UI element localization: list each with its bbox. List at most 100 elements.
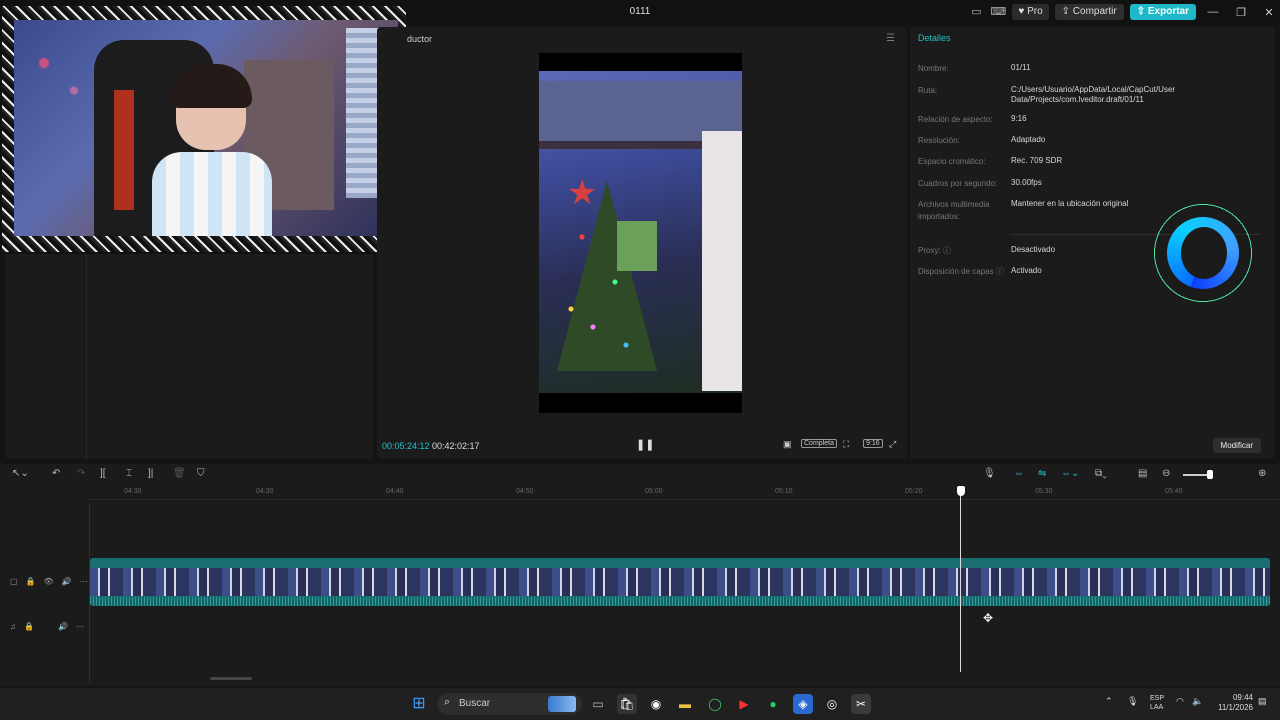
hair	[170, 64, 252, 108]
pro-label: Pro	[1027, 6, 1043, 17]
webcam-overlay	[0, 4, 408, 254]
export-button[interactable]: ⇧ Exportar	[1129, 4, 1196, 20]
timeline-toolbar: ↖⌄ ↶ ↷ ][ ⌶ ]| 🗑 ⛉ 🎙 ⇔ ⇋ ⇔⌄ ⧉⌄ ▤ ⊖ ⊕	[0, 464, 1280, 484]
maximize-icon[interactable]: ❐	[1230, 6, 1252, 19]
menu-icon[interactable]: ☰	[886, 33, 895, 44]
detail-label: Resolución:	[918, 136, 960, 145]
audio-track-icon[interactable]: ♫	[10, 622, 16, 631]
pause-icon[interactable]: ❚❚	[636, 438, 654, 451]
clock-time: 09:44	[1232, 693, 1253, 702]
logo-core	[1167, 217, 1239, 289]
ratio-button[interactable]: 9:16	[863, 439, 883, 448]
video-clip[interactable]	[90, 558, 1270, 606]
chevron-up-icon[interactable]: ⌃	[1105, 696, 1113, 707]
ruler-tick: 04:30	[256, 488, 274, 495]
zoom-in-icon[interactable]: ⊕	[1258, 468, 1266, 479]
store-icon[interactable]: 🛍	[617, 694, 637, 714]
notification-icon[interactable]: ▤	[1258, 696, 1267, 707]
youtube-icon[interactable]: ▶	[734, 694, 754, 714]
logo-hole	[1181, 227, 1227, 279]
details-title: Detalles	[918, 33, 951, 43]
language-indicator[interactable]: ESP LAA	[1150, 694, 1164, 712]
magnet-icon[interactable]: ⇋	[1038, 468, 1046, 479]
zoom-out-icon[interactable]: ⊖	[1162, 468, 1170, 479]
player-title: ductor	[407, 34, 433, 44]
microphone-tray-icon[interactable]: 🎙	[1127, 696, 1138, 707]
detail-label: Nombre:	[918, 64, 949, 73]
zoom-slider-knob[interactable]	[1207, 470, 1213, 479]
chair-stripe	[114, 90, 134, 210]
detail-label: Ruta:	[918, 86, 938, 95]
chrome-icon[interactable]: ◉	[646, 694, 666, 714]
player-panel: ductor ☰ ★ 00:05:24:12 00:42:02:17 ❚❚ ▣ …	[377, 27, 907, 459]
detail-label: Cuadros por segundo:	[918, 179, 998, 188]
volume-icon[interactable]: 🔊	[58, 622, 68, 631]
delete-icon[interactable]: 🗑	[173, 468, 186, 479]
detail-label: Disposición de capas ⓘ	[918, 267, 1004, 276]
select-tool-icon[interactable]: ↖⌄	[12, 468, 29, 479]
timeline-panel: ↖⌄ ↶ ↷ ][ ⌶ ]| 🗑 ⛉ 🎙 ⇔ ⇋ ⇔⌄ ⧉⌄ ▤ ⊖ ⊕ 04:…	[0, 464, 1280, 686]
obs-icon[interactable]: ◎	[822, 694, 842, 714]
detail-value: Adaptado	[1011, 135, 1046, 144]
detail-value: C:/Users/Usuario/AppData/Local/CapCut/Us…	[1011, 85, 1176, 104]
creeper-figure	[617, 221, 657, 271]
captions-icon[interactable]: ▤	[1138, 468, 1147, 479]
search-input[interactable]: ⌕ Buscar	[437, 693, 582, 715]
detail-value: 01/11	[1011, 63, 1031, 72]
undo-icon[interactable]: ↶	[52, 468, 60, 479]
minimize-icon[interactable]: —	[1202, 6, 1224, 18]
lock-icon[interactable]: 🔒	[24, 622, 34, 631]
link-icon[interactable]: ⇔⌄	[1061, 468, 1079, 479]
file-explorer-icon[interactable]: ▬	[675, 694, 695, 714]
ruler-tick: 05:00	[645, 488, 663, 495]
ratio-icon[interactable]: ▣	[783, 439, 792, 450]
clock[interactable]: 09:44 11/1/2026	[1208, 693, 1253, 713]
search-placeholder: Buscar	[459, 698, 491, 709]
pro-button[interactable]: ♥ Pro	[1012, 4, 1049, 20]
more-icon[interactable]: ⋯	[76, 622, 84, 631]
microphone-icon[interactable]: 🎙	[983, 468, 996, 479]
shield-icon[interactable]: ⛉	[197, 468, 205, 479]
playhead-line[interactable]	[960, 486, 961, 672]
clock-date: 11/1/2026	[1218, 703, 1253, 712]
search-highlight-icon	[548, 696, 576, 712]
modify-button[interactable]: Modificar	[1212, 438, 1261, 453]
redo-icon[interactable]: ↷	[77, 468, 85, 479]
full-quality-button[interactable]: Completa	[801, 439, 837, 448]
fit-icon[interactable]: ⛶	[843, 439, 849, 450]
panel-divider	[86, 255, 87, 459]
jersey	[152, 152, 272, 236]
horizontal-scrollbar[interactable]	[210, 677, 252, 680]
speaker-icon[interactable]: 🔈	[1192, 696, 1203, 707]
whatsapp-icon[interactable]: ◯	[705, 694, 725, 714]
share-button[interactable]: ⇪ Compartir	[1054, 4, 1124, 20]
fullscreen-icon[interactable]: ⤢	[889, 439, 896, 450]
layout-icon[interactable]: ▭	[968, 5, 984, 19]
capcut-taskbar-icon[interactable]: ✂	[851, 694, 871, 714]
spotify-icon[interactable]: ●	[763, 694, 783, 714]
video-frame: ★	[539, 71, 742, 393]
volume-icon[interactable]: 🔊	[62, 577, 72, 586]
keyboard-icon[interactable]: ⌨	[990, 5, 1006, 19]
preview-axis-icon[interactable]: ⧉⌄	[1095, 468, 1107, 479]
detail-label: Archivos multimedia importados:	[918, 200, 990, 221]
video-preview[interactable]: ★	[539, 53, 742, 413]
wifi-icon[interactable]: ◠	[1176, 696, 1184, 707]
windows-start-icon[interactable]: ⊞	[409, 694, 429, 714]
more-icon[interactable]: ⋯	[80, 577, 88, 586]
ruler-tick: 05:40	[1165, 488, 1183, 495]
video-track-header: ▢ 🔒 👁 🔊 ⋯	[10, 577, 88, 586]
lock-icon[interactable]: 🔒	[26, 577, 36, 586]
eye-icon[interactable]: 👁	[44, 577, 54, 586]
app-icon[interactable]: ◈	[793, 694, 813, 714]
task-view-icon[interactable]: ▭	[588, 694, 608, 714]
link-main-icon[interactable]: ⇔	[1014, 468, 1024, 479]
playhead-handle[interactable]	[957, 486, 965, 496]
split-icon[interactable]: ][	[100, 468, 106, 479]
timeline-ruler[interactable]: 04:30 04:30 04:40 04:50 05:00 05:10 05:2…	[90, 486, 1280, 500]
current-time: 00:05:24:12	[382, 441, 430, 451]
track-cover-icon[interactable]: ▢	[10, 577, 18, 586]
trim-right-icon[interactable]: ]|	[148, 468, 153, 479]
close-icon[interactable]: ✕	[1258, 6, 1280, 19]
trim-left-icon[interactable]: ⌶	[126, 468, 132, 479]
